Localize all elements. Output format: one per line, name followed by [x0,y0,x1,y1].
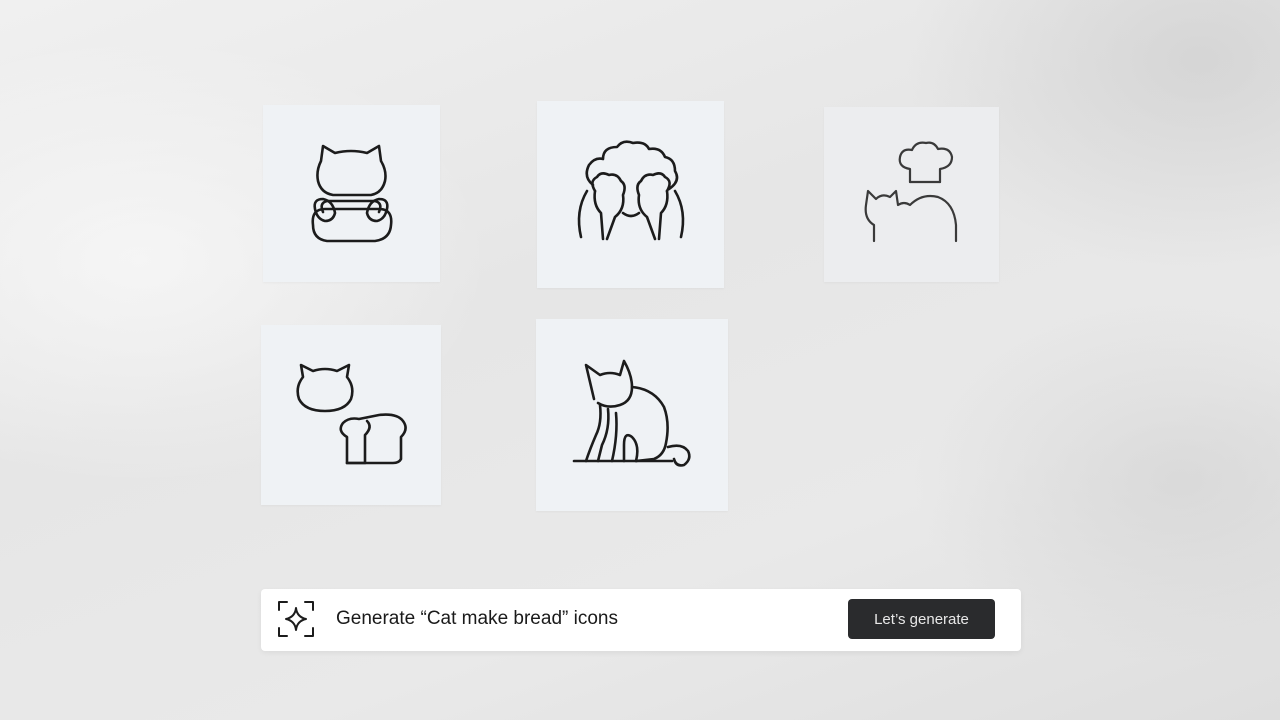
icon-tile-cat-covering-eyes[interactable] [537,101,724,288]
cat-with-chef-hat-icon [864,141,958,243]
cat-kneading-dough-icon [311,144,393,243]
prompt-text[interactable]: Generate “Cat make bread” icons [336,608,618,630]
icon-tile-cat-kneading-dough[interactable] [263,105,440,282]
sparkle-scan-icon [277,600,315,638]
icon-tile-cat-head-and-bread[interactable] [261,325,441,505]
cat-head-and-bread-loaf-icon [296,363,407,465]
prompt-bar: Generate “Cat make bread” icons Let’s ge… [261,589,1021,651]
cat-covering-eyes-icon [577,140,685,241]
sitting-cat-icon [572,359,691,467]
icon-tile-sitting-cat[interactable] [536,319,728,511]
lets-generate-button[interactable]: Let’s generate [848,599,995,639]
icon-tile-cat-with-chef-hat[interactable] [824,107,999,282]
